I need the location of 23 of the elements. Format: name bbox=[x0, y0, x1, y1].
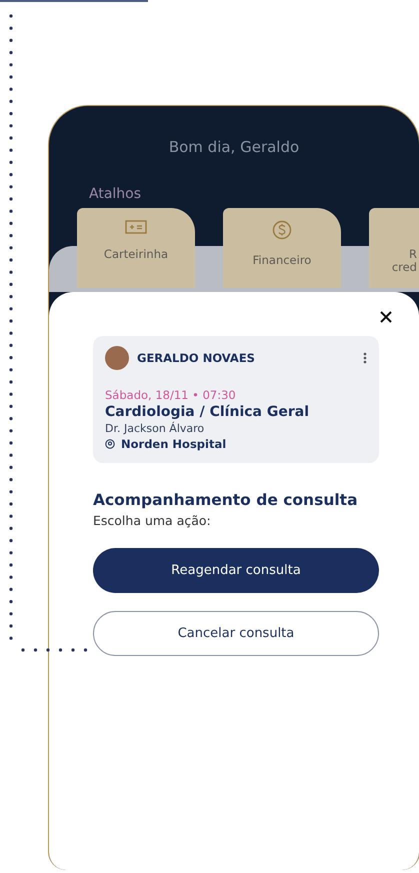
cancel-button[interactable]: Cancelar consulta bbox=[93, 611, 379, 656]
location-pin-icon bbox=[105, 439, 115, 449]
section-title: Atalhos bbox=[89, 186, 142, 202]
sheet-title: Acompanhamento de consulta bbox=[93, 491, 359, 509]
shortcut-label: Financeiro bbox=[252, 254, 312, 267]
shortcut-card[interactable]: R cred bbox=[369, 208, 419, 288]
shortcut-label: Carteirinha bbox=[104, 248, 168, 261]
patient-name: GERALDO NOVAES bbox=[137, 351, 256, 365]
more-icon[interactable] bbox=[363, 352, 367, 364]
shortcut-card[interactable]: Carteirinha bbox=[77, 208, 195, 288]
location: Norden Hospital bbox=[121, 437, 226, 451]
reschedule-button[interactable]: Reagendar consulta bbox=[93, 548, 379, 593]
avatar bbox=[105, 346, 129, 370]
card-icon bbox=[125, 220, 147, 234]
dollar-icon bbox=[272, 220, 292, 240]
appointment-date: Sábado, 18/11 • 07:30 bbox=[105, 388, 237, 402]
greeting: Bom dia, Geraldo bbox=[168, 138, 300, 156]
shortcut-label: R cred bbox=[390, 248, 417, 274]
shortcut-card[interactable]: Financeiro bbox=[223, 208, 341, 288]
doctor-name: Dr. Jackson Álvaro bbox=[105, 422, 206, 435]
close-button[interactable] bbox=[379, 310, 393, 324]
sheet-subtitle: Escolha uma ação: bbox=[93, 513, 212, 528]
specialty: Cardiologia / Clínica Geral bbox=[105, 404, 310, 420]
